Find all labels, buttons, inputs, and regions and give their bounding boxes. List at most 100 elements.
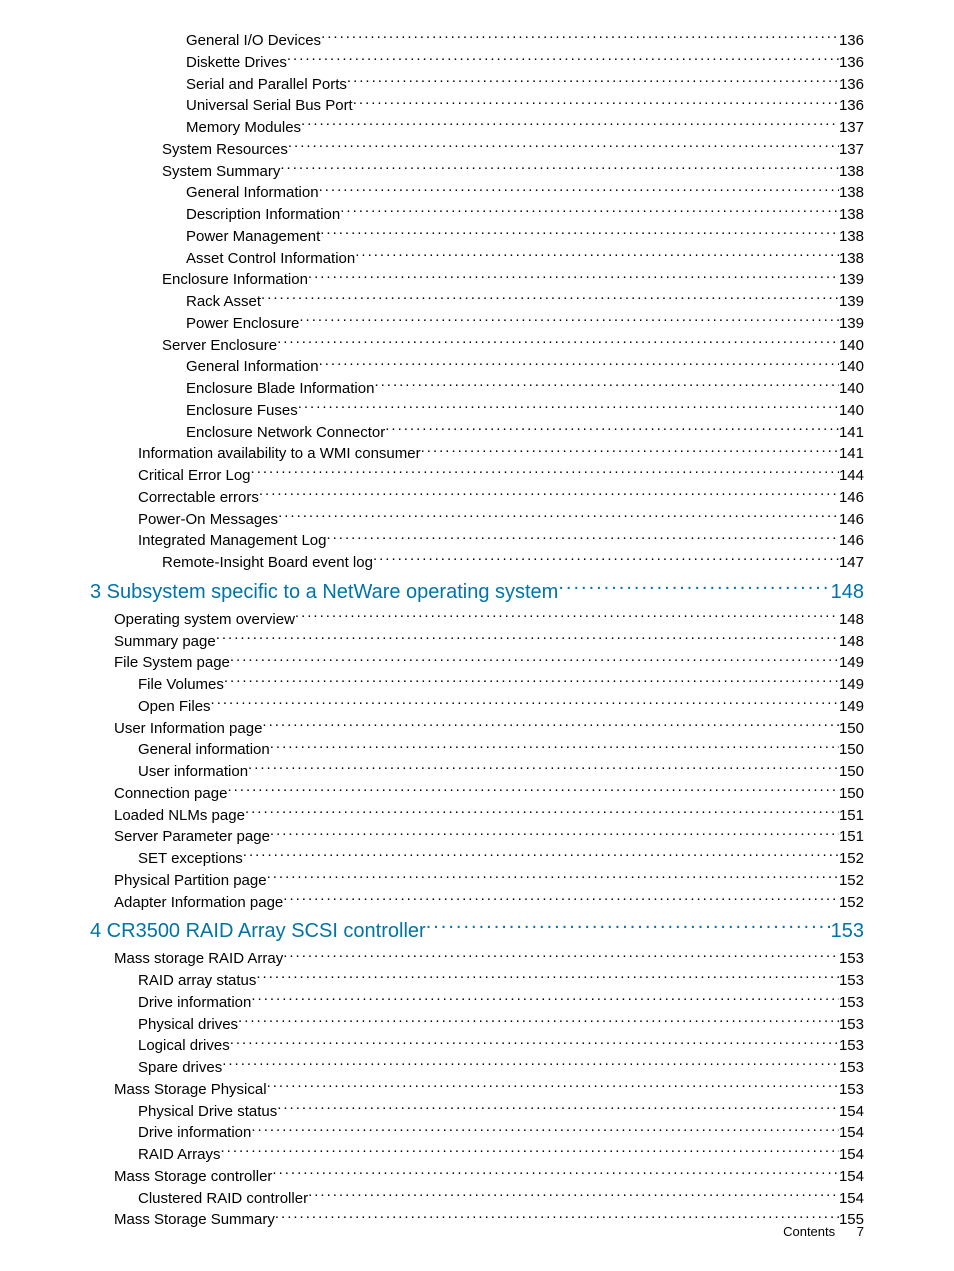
toc-entry[interactable]: Memory Modules137 (90, 117, 864, 139)
toc-entry[interactable]: Adapter Information page152 (90, 892, 864, 914)
toc-entry-label: Drive information (138, 992, 251, 1014)
toc-entry[interactable]: Universal Serial Bus Port136 (90, 95, 864, 117)
toc-entry[interactable]: Integrated Management Log146 (90, 530, 864, 552)
toc-leader-dots (340, 204, 839, 219)
toc-entry[interactable]: Correctable errors146 (90, 487, 864, 509)
toc-entry-label: Connection page (114, 783, 227, 805)
toc-chapter-entry[interactable]: 4 CR3500 RAID Array SCSI controller153 (90, 917, 864, 946)
toc-entry[interactable]: Power Enclosure139 (90, 313, 864, 335)
toc-leader-dots (251, 465, 839, 480)
toc-entry-page: 141 (839, 422, 864, 444)
toc-entry[interactable]: File System page149 (90, 652, 864, 674)
toc-entry-page: 148 (831, 578, 864, 607)
toc-entry-page: 138 (839, 204, 864, 226)
toc-entry[interactable]: Asset Control Information138 (90, 248, 864, 270)
toc-entry[interactable]: General Information138 (90, 182, 864, 204)
toc-leader-dots (347, 74, 839, 89)
toc-entry-page: 140 (839, 356, 864, 378)
toc-entry-label: Mass storage RAID Array (114, 948, 283, 970)
toc-entry-label: Mass Storage controller (114, 1166, 272, 1188)
toc-entry-page: 139 (839, 291, 864, 313)
toc-entry[interactable]: Power-On Messages146 (90, 509, 864, 531)
toc-entry-page: 140 (839, 400, 864, 422)
table-of-contents: General I/O Devices136Diskette Drives136… (90, 30, 864, 1231)
toc-entry-label: Mass Storage Physical (114, 1079, 267, 1101)
toc-entry-page: 140 (839, 378, 864, 400)
toc-entry-page: 137 (839, 139, 864, 161)
toc-entry[interactable]: Operating system overview148 (90, 609, 864, 631)
toc-entry-page: 153 (831, 917, 864, 946)
toc-entry-label: 3 Subsystem specific to a NetWare operat… (90, 578, 558, 607)
toc-entry[interactable]: Connection page 150 (90, 783, 864, 805)
toc-entry-label: Power-On Messages (138, 509, 278, 531)
toc-entry[interactable]: General I/O Devices136 (90, 30, 864, 52)
toc-entry[interactable]: User information150 (90, 761, 864, 783)
toc-entry[interactable]: Description Information138 (90, 204, 864, 226)
toc-entry-page: 136 (839, 95, 864, 117)
toc-entry-page: 153 (839, 948, 864, 970)
toc-entry[interactable]: RAID Arrays154 (90, 1144, 864, 1166)
toc-entry[interactable]: SET exceptions152 (90, 848, 864, 870)
toc-entry[interactable]: Drive information153 (90, 992, 864, 1014)
toc-entry[interactable]: Enclosure Fuses140 (90, 400, 864, 422)
toc-entry[interactable]: Mass Storage Physical153 (90, 1079, 864, 1101)
toc-entry[interactable]: System Resources 137 (90, 139, 864, 161)
toc-entry[interactable]: Summary page148 (90, 631, 864, 653)
toc-entry[interactable]: Mass Storage controller154 (90, 1166, 864, 1188)
toc-entry-label: Server Parameter page (114, 826, 270, 848)
toc-entry[interactable]: Diskette Drives136 (90, 52, 864, 74)
toc-entry[interactable]: Rack Asset139 (90, 291, 864, 313)
toc-entry[interactable]: Serial and Parallel Ports136 (90, 74, 864, 96)
toc-entry[interactable]: Open Files149 (90, 696, 864, 718)
toc-entry[interactable]: General Information140 (90, 356, 864, 378)
toc-leader-dots (267, 1079, 839, 1094)
toc-leader-dots (299, 313, 839, 328)
toc-entry[interactable]: Physical Drive status154 (90, 1101, 864, 1123)
toc-entry-page: 150 (839, 739, 864, 761)
toc-entry[interactable]: Power Management138 (90, 226, 864, 248)
toc-entry[interactable]: Enclosure Blade Information140 (90, 378, 864, 400)
toc-entry[interactable]: Information availability to a WMI consum… (90, 443, 864, 465)
toc-entry[interactable]: General information150 (90, 739, 864, 761)
toc-entry[interactable]: Critical Error Log144 (90, 465, 864, 487)
toc-entry[interactable]: RAID array status153 (90, 970, 864, 992)
toc-entry[interactable]: Spare drives153 (90, 1057, 864, 1079)
toc-entry-label: Mass Storage Summary (114, 1209, 275, 1231)
toc-leader-dots (221, 1144, 839, 1159)
toc-leader-dots (558, 578, 830, 598)
toc-entry[interactable]: Enclosure Network Connector141 (90, 422, 864, 444)
toc-entry[interactable]: System Summary 138 (90, 161, 864, 183)
toc-entry-label: RAID Arrays (138, 1144, 221, 1166)
toc-entry-label: File Volumes (138, 674, 224, 696)
toc-entry-page: 147 (839, 552, 864, 574)
toc-entry[interactable]: Server Enclosure140 (90, 335, 864, 357)
toc-entry-label: User information (138, 761, 248, 783)
toc-leader-dots (374, 378, 839, 393)
toc-leader-dots (277, 1101, 839, 1116)
toc-entry-page: 154 (839, 1122, 864, 1144)
toc-entry[interactable]: Loaded NLMs page151 (90, 805, 864, 827)
toc-leader-dots (211, 696, 839, 711)
toc-entry-label: User Information page (114, 718, 262, 740)
toc-entry[interactable]: File Volumes149 (90, 674, 864, 696)
toc-entry[interactable]: Mass storage RAID Array 153 (90, 948, 864, 970)
toc-entry[interactable]: Clustered RAID controller154 (90, 1188, 864, 1210)
toc-entry[interactable]: Physical Partition page152 (90, 870, 864, 892)
toc-entry[interactable]: User Information page150 (90, 718, 864, 740)
toc-leader-dots (216, 631, 839, 646)
toc-entry[interactable]: Logical drives153 (90, 1035, 864, 1057)
toc-leader-dots (224, 674, 839, 689)
toc-entry-label: Summary page (114, 631, 216, 653)
toc-entry-label: System Resources (162, 139, 288, 161)
toc-chapter-entry[interactable]: 3 Subsystem specific to a NetWare operat… (90, 578, 864, 607)
toc-entry-label: Adapter Information page (114, 892, 283, 914)
toc-leader-dots (321, 30, 839, 45)
toc-entry-page: 141 (839, 443, 864, 465)
toc-entry[interactable]: Mass Storage Summary155 (90, 1209, 864, 1231)
toc-entry[interactable]: Remote-Insight Board event log147 (90, 552, 864, 574)
toc-entry[interactable]: Server Parameter page151 (90, 826, 864, 848)
toc-entry-page: 150 (839, 783, 864, 805)
toc-entry[interactable]: Enclosure Information139 (90, 269, 864, 291)
toc-entry[interactable]: Physical drives 153 (90, 1014, 864, 1036)
toc-entry[interactable]: Drive information154 (90, 1122, 864, 1144)
